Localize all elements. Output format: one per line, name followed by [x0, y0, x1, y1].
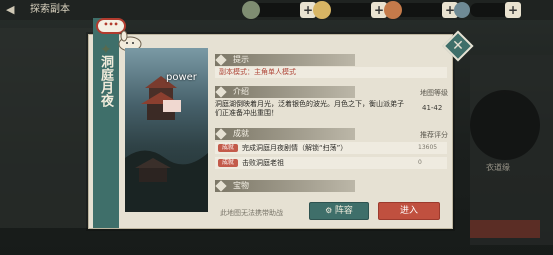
gold-icon — [313, 1, 331, 19]
diamond-icon — [215, 128, 227, 140]
team-lineup-button[interactable]: ⚙ 阵容 — [309, 202, 369, 220]
section-header-tip: 提示 — [215, 54, 355, 66]
tip-row: 副本模式：主角单人模式 — [215, 67, 447, 78]
map-level-value: 41-42 — [422, 104, 443, 112]
achievement-tag: 成就 — [218, 159, 238, 167]
section-label: 介绍 — [233, 87, 249, 96]
tip-text: 副本模式：主角单人模式 — [219, 68, 296, 76]
resource-counter: + — [242, 1, 316, 19]
dungeon-illustration: power — [125, 48, 208, 212]
team-icon: ⚙ — [325, 206, 335, 215]
diamond-icon — [215, 180, 227, 192]
intro-text: 洞庭湖倒映着月光，泛着银色的波光。月色之下，衡山派弟子们正准备冲出重围！ — [215, 100, 404, 117]
section-header-intro: 介绍 — [215, 86, 355, 98]
arrow-left-icon[interactable]: ◀ — [6, 3, 20, 17]
ingot-icon — [384, 1, 402, 19]
top-bar: ◀ 探索副本 + + + + — [0, 0, 553, 20]
add-resource-button[interactable]: + — [505, 2, 521, 18]
section-label: 提示 — [233, 55, 249, 64]
diamond-icon — [215, 86, 227, 98]
achievement-text: 击败洞庭老祖 — [242, 159, 284, 167]
resource-counter: + — [384, 1, 458, 19]
section-header-treasure: 宝物 — [215, 180, 355, 192]
section-header-achievements: 成就 — [215, 128, 355, 140]
diamond-icon — [215, 54, 227, 66]
achievement-row: 成就 完成洞庭月夜剧情（解锁“扫荡”） 13605 — [215, 142, 447, 154]
achievement-value: 0 — [418, 159, 422, 166]
achievement-row: 成就 击败洞庭老祖 0 — [215, 157, 447, 169]
bamboo-icon: ✦ — [100, 42, 112, 58]
resource-counter: + — [470, 2, 521, 18]
image-caption: power — [166, 72, 197, 83]
team-button-label: 阵容 — [334, 206, 353, 216]
enter-button[interactable]: 进入 — [378, 202, 440, 220]
resource-icon — [242, 1, 260, 19]
page-title: 探索副本 — [30, 4, 70, 15]
achievement-value: 13605 — [418, 144, 438, 151]
achievement-tag: 成就 — [218, 144, 238, 152]
close-icon: ✕ — [452, 38, 464, 54]
assist-hint: 此地图无法携带助战 — [220, 209, 283, 217]
recommended-score-label: 推荐评分 — [420, 131, 448, 139]
section-label: 宝物 — [233, 181, 249, 190]
achievement-text: 完成洞庭月夜剧情（解锁“扫荡”） — [242, 144, 348, 152]
section-label: 成就 — [233, 129, 249, 138]
map-level-label: 地图等级 — [420, 89, 448, 97]
resource-counter: + — [313, 1, 387, 19]
avatar-icon[interactable] — [454, 2, 470, 18]
